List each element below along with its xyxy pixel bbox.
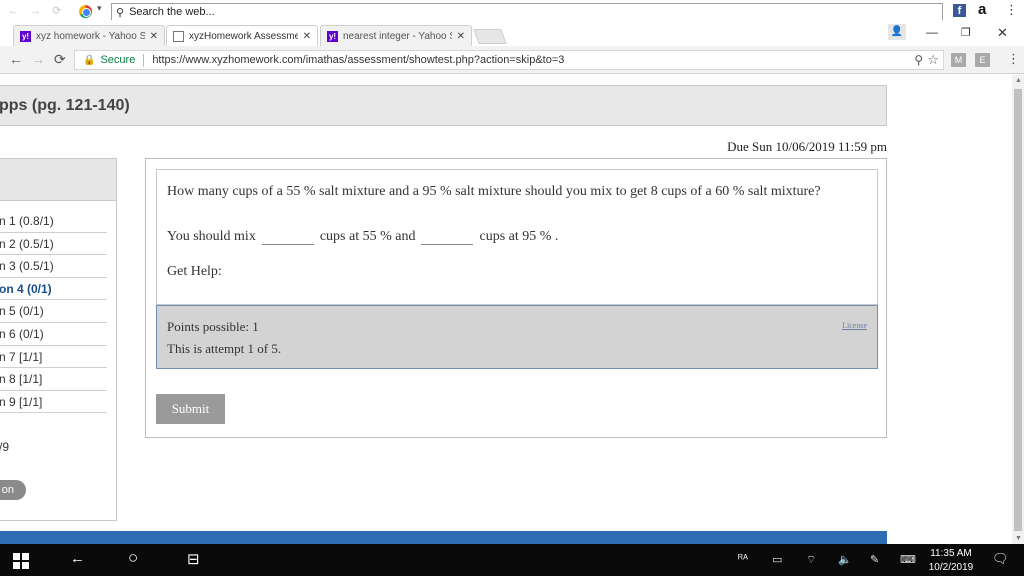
top-search-strip: ← → ⟳ ▾ ⚲ Search the web... f a ⋮ xyxy=(0,0,1024,22)
yahoo-favicon-icon: y! xyxy=(327,30,338,42)
answer-input-55[interactable] xyxy=(261,225,314,245)
page-header: pps (pg. 121-140) xyxy=(0,85,887,126)
notifications-icon[interactable]: 🗨 xyxy=(992,551,1009,567)
people-icon[interactable]: ᴿᴬ xyxy=(738,553,748,565)
tab-title: nearest integer - Yahoo S xyxy=(343,30,452,42)
volume-icon[interactable]: 🔈 xyxy=(838,553,852,566)
sidebar-header xyxy=(0,159,116,201)
question-list: n 1 (0.8/1) n 2 (0.5/1) n 3 (0.5/1) on 4… xyxy=(0,210,107,414)
url-input[interactable]: 🔒 Secure https://www.xyzhomework.com/ima… xyxy=(74,50,944,70)
search-icon: ⚲ xyxy=(116,6,125,19)
address-bar: ← → ⟳ 🔒 Secure https://www.xyzhomework.c… xyxy=(0,46,1024,74)
tab-nearest-integer[interactable]: y! nearest integer - Yahoo S ✕ xyxy=(320,25,472,46)
web-search-placeholder: Search the web... xyxy=(129,6,215,18)
tab-title: xyzHomework Assessme xyxy=(189,30,298,42)
windows-start-icon[interactable] xyxy=(13,553,29,569)
restore-icon[interactable]: ❐ xyxy=(961,26,971,39)
strip-nav-icons: ← → ⟳ xyxy=(8,5,66,17)
task-view-icon[interactable]: ⊟ xyxy=(187,550,200,568)
question-box: How many cups of a 55 % salt mixture and… xyxy=(156,169,878,305)
more-vertical-icon[interactable]: ⋮ xyxy=(1005,2,1018,18)
tab-xyz-assessment[interactable]: xyzHomework Assessme ✕ xyxy=(166,25,318,46)
sidebar-item-question-5[interactable]: n 5 (0/1) xyxy=(0,300,107,323)
answer-mid: cups at 55 % and xyxy=(319,229,416,244)
sidebar-item-question-7[interactable]: n 7 [1/1] xyxy=(0,346,107,369)
sidebar-item-question-4[interactable]: on 4 (0/1) xyxy=(0,278,107,301)
answer-input-95[interactable] xyxy=(421,225,474,245)
question-text: How many cups of a 55 % salt mixture and… xyxy=(167,184,821,199)
amazon-icon[interactable]: a xyxy=(978,1,986,18)
close-icon[interactable]: ✕ xyxy=(303,31,311,42)
close-icon[interactable]: ✕ xyxy=(457,31,465,42)
reload-icon[interactable]: ⟳ xyxy=(54,51,66,68)
sidebar-item-question-1[interactable]: n 1 (0.8/1) xyxy=(0,210,107,233)
page-scrollbar[interactable]: ▲ ▼ xyxy=(1012,75,1024,544)
chrome-logo-icon[interactable] xyxy=(79,5,92,18)
question-card: How many cups of a 55 % salt mixture and… xyxy=(145,158,887,438)
caret-down-icon[interactable]: ▾ xyxy=(97,3,102,14)
omnibox-divider xyxy=(143,53,145,67)
cortana-circle-icon[interactable]: ○ xyxy=(128,548,138,568)
new-tab-button[interactable] xyxy=(473,29,507,44)
keyboard-icon[interactable]: ⌨ xyxy=(900,553,916,566)
footer-blue-strip xyxy=(0,531,887,544)
browser-menu-icon[interactable]: ⋮ xyxy=(1007,51,1020,67)
sidebar-item-question-2[interactable]: n 2 (0.5/1) xyxy=(0,233,107,256)
minimize-icon[interactable]: — xyxy=(926,25,938,39)
tab-bar: y! xyz homework - Yahoo S ✕ xyzHomework … xyxy=(0,22,1024,46)
submit-button[interactable]: Submit xyxy=(156,394,225,424)
close-icon[interactable]: ✕ xyxy=(150,31,158,42)
yahoo-favicon-icon: y! xyxy=(20,30,31,42)
get-help-label: Get Help: xyxy=(167,264,222,279)
window-close-icon[interactable]: ✕ xyxy=(997,25,1008,41)
tab-yahoo-homework[interactable]: y! xyz homework - Yahoo S ✕ xyxy=(13,25,165,46)
user-profile-icon[interactable]: 👤 xyxy=(888,24,906,40)
web-search-box[interactable]: ⚲ Search the web... xyxy=(111,3,943,20)
points-possible: Points possible: 1 xyxy=(167,319,259,334)
back-arrow-icon[interactable]: ← xyxy=(70,550,85,567)
extension-m-icon[interactable]: M xyxy=(951,53,966,67)
due-date: Due Sun 10/06/2019 11:59 pm xyxy=(727,139,887,154)
answer-line: You should mix cups at 55 % and cups at … xyxy=(167,225,558,245)
answer-suffix: cups at 95 % . xyxy=(479,229,559,244)
secure-label: Secure xyxy=(100,54,136,66)
sidebar-item-question-9[interactable]: n 9 [1/1] xyxy=(0,391,107,414)
license-link[interactable]: License xyxy=(842,321,867,330)
sidebar-button[interactable]: on xyxy=(0,480,26,500)
pen-icon[interactable]: ✎ xyxy=(870,553,879,566)
wifi-icon[interactable]: ⌔ xyxy=(806,553,816,567)
sidebar-item-question-3[interactable]: n 3 (0.5/1) xyxy=(0,255,107,278)
answer-prefix: You should mix xyxy=(167,229,256,244)
scroll-down-icon[interactable]: ▼ xyxy=(1015,535,1022,542)
scroll-up-icon[interactable]: ▲ xyxy=(1015,77,1022,84)
question-sidebar: n 1 (0.8/1) n 2 (0.5/1) n 3 (0.5/1) on 4… xyxy=(0,158,117,521)
page-title: pps (pg. 121-140) xyxy=(0,97,130,114)
page-viewport: pps (pg. 121-140) Due Sun 10/06/2019 11:… xyxy=(0,75,1012,544)
lock-icon: 🔒 xyxy=(83,54,96,66)
forward-arrow-icon[interactable]: → xyxy=(31,51,45,67)
facebook-icon[interactable]: f xyxy=(953,4,966,17)
tab-title: xyz homework - Yahoo S xyxy=(36,30,145,42)
url-text: https://www.xyzhomework.com/imathas/asse… xyxy=(152,54,565,66)
clock-date: 10/2/2019 xyxy=(928,562,974,573)
battery-icon[interactable]: ▭ xyxy=(772,553,782,566)
clock-time: 11:35 AM xyxy=(930,548,972,559)
question-count: /9 xyxy=(0,440,10,454)
clock[interactable]: 11:35 AM 10/2/2019 xyxy=(925,547,977,575)
attempt-info: This is attempt 1 of 5. xyxy=(167,341,282,356)
bookmark-star-icon[interactable]: ☆ xyxy=(927,52,939,68)
sidebar-item-question-6[interactable]: n 6 (0/1) xyxy=(0,323,107,346)
points-info-box: Points possible: 1 This is attempt 1 of … xyxy=(156,305,878,369)
windows-taskbar: ← ○ ⊟ ᴿᴬ ▭ ⌔ 🔈 ✎ ⌨ 11:35 AM 10/2/2019 🗨 xyxy=(0,544,1024,576)
extension-e-icon[interactable]: E xyxy=(975,53,990,67)
back-arrow-icon[interactable]: ← xyxy=(9,51,23,67)
scroll-thumb[interactable] xyxy=(1014,89,1022,531)
sidebar-item-question-8[interactable]: n 8 [1/1] xyxy=(0,368,107,391)
zoom-icon[interactable]: ⚲ xyxy=(914,53,923,67)
page-favicon-icon xyxy=(173,30,184,42)
